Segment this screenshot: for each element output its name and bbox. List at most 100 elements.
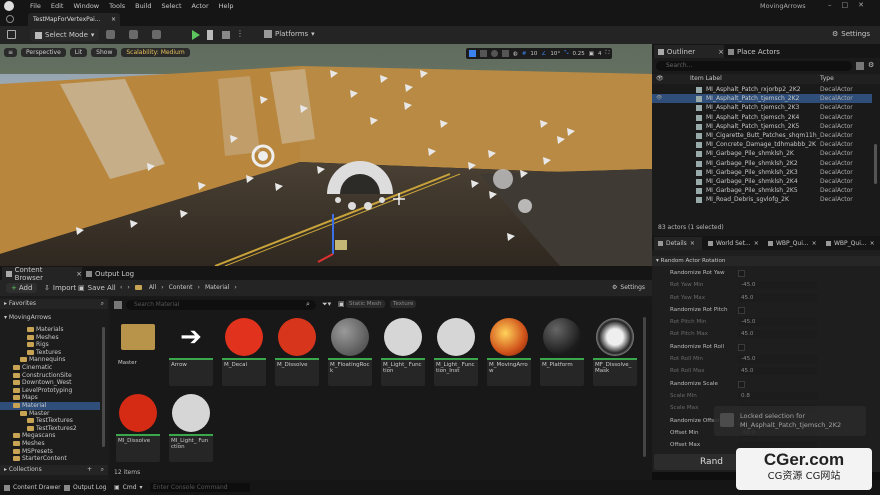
- menu-item-file[interactable]: File: [30, 2, 41, 10]
- filter-dropdown-icon[interactable]: ⏷▾: [322, 300, 331, 309]
- collections-header[interactable]: ▸ Collections + ⌕: [0, 465, 108, 475]
- outliner-row[interactable]: MI_Garbage_Pile_shmklsh_2K4 DecalActor: [652, 177, 872, 186]
- show-button[interactable]: Show: [91, 48, 118, 57]
- folder-tree-item[interactable]: Meshes: [0, 334, 100, 342]
- filter-static-mesh[interactable]: Static Mesh: [346, 300, 385, 308]
- property-number-field[interactable]: 45.0: [738, 293, 818, 302]
- folder-tree-item[interactable]: Materials: [0, 326, 100, 334]
- move-tool-icon[interactable]: [480, 50, 487, 57]
- collections-search-icon[interactable]: ⌕: [101, 465, 104, 475]
- property-number-field[interactable]: 45.0: [738, 367, 818, 376]
- asset-filter-icon[interactable]: [114, 301, 122, 309]
- details-tab[interactable]: World Set... ×: [704, 237, 759, 250]
- visibility-icon[interactable]: 👁: [656, 94, 662, 103]
- more-icon[interactable]: ⋮: [236, 29, 244, 38]
- play-icon[interactable]: [192, 30, 200, 40]
- outliner-row[interactable]: MI_Garbage_Pile_shmklsh_2K3 DecalActor: [652, 168, 872, 177]
- output-log-button[interactable]: Output Log: [64, 484, 106, 491]
- property-checkbox[interactable]: [738, 306, 745, 314]
- place-actors-tab[interactable]: Place Actors: [728, 45, 780, 58]
- save-icon[interactable]: [7, 30, 16, 39]
- breadcrumb-content[interactable]: Content: [169, 284, 193, 291]
- back-icon[interactable]: ‹: [120, 284, 122, 291]
- blueprint-icon[interactable]: [129, 30, 138, 39]
- property-number-field[interactable]: -45.0: [738, 355, 818, 364]
- folder-tree-item[interactable]: Downtown_West: [0, 379, 100, 387]
- asset-tile[interactable]: M_Platform: [540, 316, 584, 386]
- world-local-icon[interactable]: ◍: [513, 51, 518, 57]
- console-input[interactable]: Enter Console Command: [150, 483, 250, 492]
- folder-tree-item[interactable]: ConstructionSite: [0, 372, 100, 380]
- asset-tile[interactable]: MI_Light_ Function: [169, 392, 213, 462]
- outliner-row[interactable]: MI_Asphalt_Patch_tjemsch_2K5 DecalActor: [652, 122, 872, 131]
- level-viewport[interactable]: ≡ Perspective Lit Show Scalability: Medi…: [0, 44, 652, 266]
- menu-item-select[interactable]: Select: [161, 2, 181, 10]
- folder-tree-item[interactable]: MSPresets: [0, 448, 100, 456]
- menu-item-window[interactable]: Window: [73, 2, 99, 10]
- outliner-tab-close-icon[interactable]: ×: [718, 48, 724, 56]
- viewport-options-button[interactable]: ≡: [4, 48, 18, 57]
- property-checkbox[interactable]: [738, 343, 745, 351]
- details-tab[interactable]: WBP_Qui... ×: [764, 237, 817, 250]
- camera-speed-value[interactable]: 4: [598, 51, 602, 57]
- asset-tile[interactable]: M_Light_ Function: [381, 316, 425, 386]
- breadcrumb-all[interactable]: All: [149, 284, 156, 291]
- details-tab-close-icon[interactable]: ×: [812, 240, 817, 247]
- folder-tree-item[interactable]: Textures: [0, 349, 100, 357]
- grid-snap-value[interactable]: 10: [530, 51, 537, 57]
- content-browser-tab[interactable]: Content Browser ×: [2, 266, 82, 282]
- outliner-tab[interactable]: Outliner ×: [654, 45, 724, 58]
- folder-tree-item[interactable]: Maps: [0, 394, 100, 402]
- doc-tab-close-icon[interactable]: ×: [111, 16, 116, 23]
- visibility-column-icon[interactable]: 👁: [656, 74, 664, 84]
- add-actor-icon[interactable]: [106, 30, 115, 39]
- maximize-icon[interactable]: □: [842, 1, 849, 9]
- select-mode-button[interactable]: Select Mode ▾: [30, 29, 100, 41]
- scalability-button[interactable]: Scalability: Medium: [121, 48, 190, 57]
- folder-tree-item[interactable]: Megascans: [0, 432, 100, 440]
- asset-search-icon[interactable]: ⌕: [306, 300, 310, 309]
- folder-tree-item[interactable]: Rigs: [0, 341, 100, 349]
- asset-tile[interactable]: M_MovingArrow: [487, 316, 531, 386]
- outliner-row[interactable]: MI_Asphalt_Patch_rxjorbp2_2K2 DecalActor: [652, 85, 872, 94]
- folder-tree-item[interactable]: LevelPrototyping: [0, 387, 100, 395]
- tree-scrollbar[interactable]: [102, 327, 105, 447]
- outliner-settings-icon[interactable]: ⚙: [868, 61, 874, 69]
- platforms-button[interactable]: Platforms ▾: [264, 30, 315, 38]
- filter-texture[interactable]: Texture: [390, 300, 417, 308]
- menu-item-tools[interactable]: Tools: [109, 2, 125, 10]
- skip-icon[interactable]: [207, 30, 215, 40]
- outliner-row[interactable]: MI_Concrete_Damage_tdhmabbb_2K DecalActo…: [652, 140, 872, 149]
- folder-tree-item[interactable]: Master: [0, 410, 100, 418]
- folder-tree-item[interactable]: Material: [0, 401, 100, 410]
- menu-item-help[interactable]: Help: [219, 2, 234, 10]
- outliner-row[interactable]: MI_Garbage_Pile_shmklsh_2K DecalActor: [652, 149, 872, 158]
- cb-settings-button[interactable]: ⚙ Settings: [612, 284, 645, 291]
- asset-tile[interactable]: MF_Dissolve_ Mask: [593, 316, 637, 386]
- outliner-filter-icon[interactable]: [856, 62, 864, 70]
- details-section-header[interactable]: ▾ Random Actor Rotation: [652, 256, 880, 266]
- outliner-row[interactable]: 👁 MI_Asphalt_Patch_tjemsch_2K2 DecalActo…: [652, 94, 872, 104]
- asset-tile[interactable]: MI_Dissolve: [116, 392, 160, 462]
- property-number-field[interactable]: 45.0: [738, 330, 818, 339]
- property-checkbox[interactable]: [738, 380, 745, 388]
- menu-item-edit[interactable]: Edit: [51, 2, 64, 10]
- outliner-row[interactable]: MI_Cigarette_Butt_Patches_shqm11h_2K Dec…: [652, 131, 872, 140]
- favorites-header[interactable]: ▸ Favorites ⌕: [0, 299, 108, 309]
- folder-tree-item[interactable]: TestTextures2: [0, 425, 100, 433]
- rotation-snap-value[interactable]: 10°: [550, 51, 560, 57]
- maximize-viewport-icon[interactable]: ⛶: [605, 50, 609, 57]
- stop-icon[interactable]: [222, 31, 230, 39]
- folder-tree-item[interactable]: Mannequins: [0, 356, 100, 364]
- asset-tile[interactable]: M_Dissolve: [275, 316, 319, 386]
- outliner-row[interactable]: MI_Garbage_Pile_shmklsh_2K5 DecalActor: [652, 186, 872, 195]
- select-tool-icon[interactable]: [469, 50, 476, 57]
- save-all-button[interactable]: ▣ Save All: [78, 284, 116, 292]
- details-tab[interactable]: WBP_Qui... ×: [822, 237, 875, 250]
- doc-tab[interactable]: TestMapForVertexPai... ×: [28, 13, 120, 26]
- details-button-partial[interactable]: Rand: [654, 454, 744, 470]
- settings-button[interactable]: ⚙ Settings: [832, 30, 870, 38]
- outliner-search-input[interactable]: Search...: [656, 61, 852, 71]
- outliner-row[interactable]: MI_Garbage_Pile_shmklsh_2K2 DecalActor: [652, 159, 872, 168]
- save-search-icon[interactable]: ▣: [338, 300, 345, 308]
